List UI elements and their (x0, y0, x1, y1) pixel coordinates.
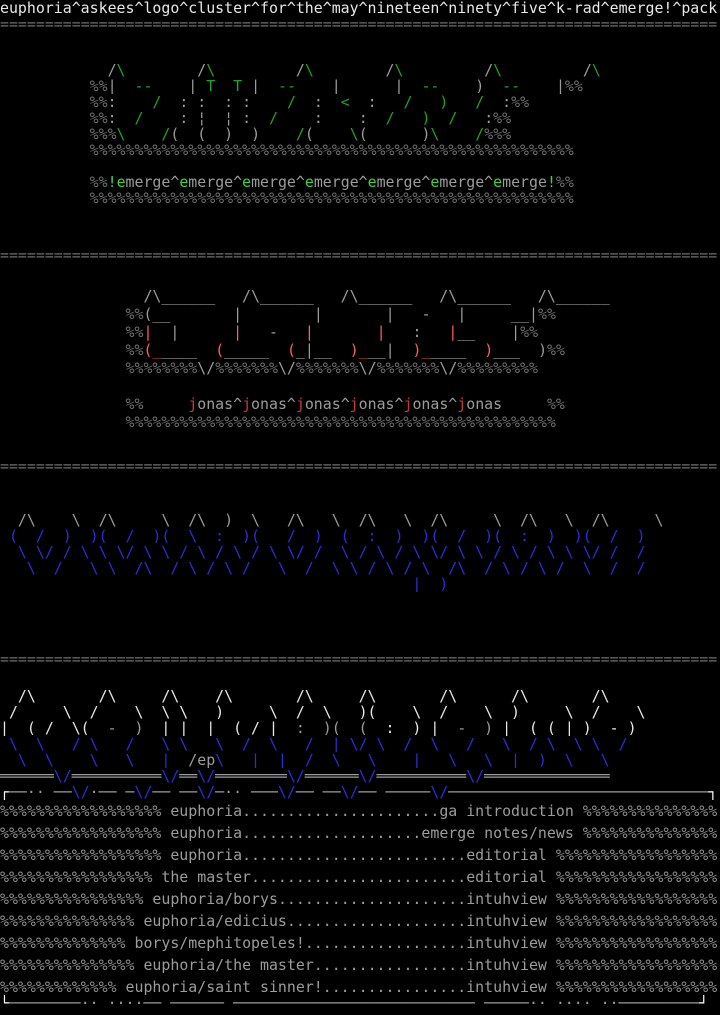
askee-logo-four-line: / _ \ / _ \ \ \ ) _ \ / \ )( _ \ / _ \ )… (0, 704, 720, 720)
askee-logo-emerge-line: %%: / : ¦ ¦ : / : : / ) / :%% (0, 110, 720, 126)
askee-logo-jonas-line: %%(__ | | | - | __|%% (0, 305, 720, 323)
menu-row: %%%%%%%%%%%%%%%% euphoria/borys.........… (0, 888, 720, 910)
menu-top-border: ┌──·· ──\/·── ─\/── ──\/─·· ───\/── ──\/… (0, 784, 720, 800)
askee-logo-jonas-line: %%%%%%%%\/%%%%%%%\/%%%%%%%\/%%%%%%%\/%%%… (0, 359, 720, 377)
header-separator: ========================================… (0, 16, 720, 32)
menu-bottom-border-line: └────────·· ····── ────── ──────────────… (0, 995, 720, 1011)
separator-4: ========================================… (0, 651, 720, 667)
ansi-screen: euphoria^askees^logo^cluster^for^the^may… (0, 0, 720, 1015)
askee-logo-jonas-line: %%%%%%%%%%%%%%%%%%%%%%%%%%%%%%%%%%%%%%%%… (0, 413, 720, 431)
askee-logo-four-line: /\___ /\__ /\ /\___ /\ /\___ /\__ /\___ … (0, 688, 720, 704)
askee-logo-four-line: | (_/ \( - ) | | | (_/ | : )( ( : ) | - … (0, 720, 720, 736)
menu-row: %%%%%%%%%%%%%%%%% the master............… (0, 866, 720, 888)
askee-logo-three-line: \ \/ / \ \ \/ \ \ / \ / \ / \ \/ / \ / \… (0, 544, 720, 560)
menu-row: %%%%%%%%%%%%%%%%%% euphoria.............… (0, 822, 720, 844)
askee-logo-three: _____ ______ ___ __ _____ ____ ______ __… (0, 496, 720, 592)
separator-2: ========================================… (0, 247, 720, 263)
askee-logo-three-line: |__) (0, 576, 720, 592)
askee-logo-four-line: \ \ __/ \ __/ \ \ \__/ \ __/ | \/ \__/ \… (0, 736, 720, 752)
menu-row: %%%%%%%%%%%%%%%%%% euphoria.............… (0, 844, 720, 866)
header-title: euphoria^askees^logo^cluster^for^the^may… (0, 0, 720, 16)
askee-logo-emerge-line: %%: _/ : : : : _/ : <__: _/ _) _/ :%% (0, 94, 720, 110)
askee-logo-four-line: \__\ \___\ _|__/ep\ __| |__/ \___\ _| \_… (0, 752, 720, 768)
askee-logo-jonas-line: %% jonas^jonas^jonas^jonas^jonas^jonas %… (0, 395, 720, 413)
askee-logo-emerge-line: /\_____ /\______ /\_____ /\______ /\____… (0, 62, 720, 78)
askee-logo-emerge: /\_____ /\______ /\_____ /\______ /\____… (0, 62, 720, 206)
separator-3: ========================================… (0, 458, 720, 474)
askee-logo-jonas-line: %%| | | - | | : |__ |%% (0, 323, 720, 341)
askee-logo-emerge-line: %%%%%%%%%%%%%%%%%%%%%%%%%%%%%%%%%%%%%%%%… (0, 142, 720, 158)
askee-logo-four: /\___ /\__ /\ /\___ /\ /\___ /\__ /\___ … (0, 688, 720, 784)
askee-logo-emerge-line: %%!emerge^emerge^emerge^emerge^emerge^em… (0, 174, 720, 190)
askee-logo-emerge-line: %%%%%%%%%%%%%%%%%%%%%%%%%%%%%%%%%%%%%%%%… (0, 190, 720, 206)
askee-logo-emerge-line (0, 158, 720, 174)
askee-logo-three-line: \__/___\ \__/\__/ \_/ \_/ \__/__\ \_/ \_… (0, 560, 720, 576)
separator-4-line: ========================================… (0, 651, 720, 667)
separator-3-line: ========================================… (0, 458, 720, 474)
menu-bottom-border: └────────·· ····── ────── ──────────────… (0, 995, 720, 1011)
askee-logo-jonas-line: /\______ /\______ /\______ /\______ /\__… (0, 287, 720, 305)
menu-row: %%%%%%%%%%%%%% borys/mephitopeles!......… (0, 932, 720, 954)
askee-logo-three-line: /\ \ /\ \ /\ ) \ /\ \ /\ \ /\ \ /\ \ /\ … (0, 512, 720, 528)
menu-row: %%%%%%%%%%%%%%% euphoria/edicius........… (0, 910, 720, 932)
menu: %%%%%%%%%%%%%%%%%% euphoria.............… (0, 800, 720, 998)
askee-logo-emerge-line: %%| -- __| T T | -- __| | -- __) -- __|%… (0, 78, 720, 94)
header-title-line: euphoria^askees^logo^cluster^for^the^may… (0, 0, 720, 16)
header-separator-line: ========================================… (0, 16, 720, 32)
askee-logo-three-line: ( / ) )( / )( \ : )( / ) ( : ) )( / )( :… (0, 528, 720, 544)
menu-top-border-line: ┌──·· ──\/·── ─\/── ──\/─·· ───\/── ──\/… (0, 784, 720, 800)
menu-row: %%%%%%%%%%%%%%%%%% euphoria.............… (0, 800, 720, 822)
askee-logo-jonas-line: %%(_____ (_____ (_|__ )___| )_____ )___ … (0, 341, 720, 359)
askee-logo-four-line: ══════\/══════════\/══\/════════\/══════… (0, 768, 720, 784)
separator-2-line: ========================================… (0, 247, 720, 263)
menu-row: %%%%%%%%%%%%%%% euphoria/the master.....… (0, 954, 720, 976)
askee-logo-three-line: _____ ______ ___ __ _____ ____ ______ __… (0, 496, 720, 512)
askee-logo-jonas: /\______ /\______ /\______ /\______ /\__… (0, 287, 720, 431)
askee-logo-jonas-line (0, 377, 720, 395)
askee-logo-emerge-line: %%%\____/(__(__)__)____/(____\(______)\_… (0, 126, 720, 142)
